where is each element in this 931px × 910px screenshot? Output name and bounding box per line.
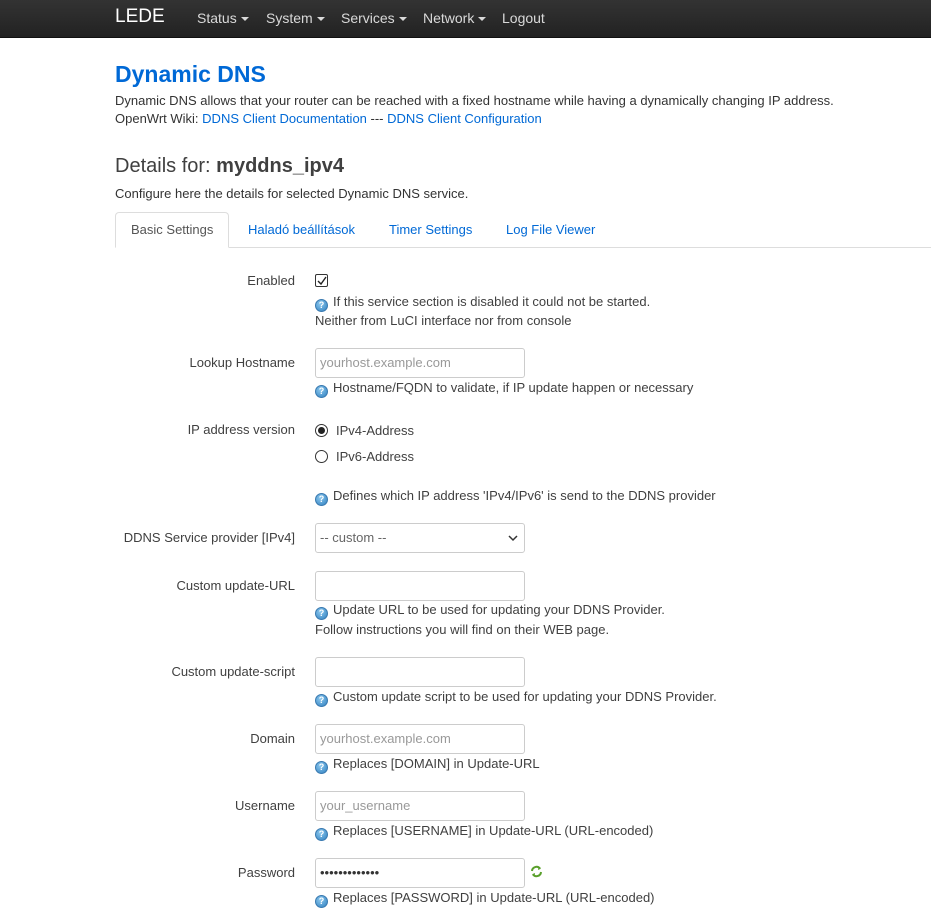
ipv6-label: IPv6-Address <box>336 449 415 464</box>
update-url-help-line2: Follow instructions you will find on the… <box>315 622 610 637</box>
help-icon: ? <box>315 607 328 620</box>
update-url-label: Custom update-URL <box>176 578 296 593</box>
password-input[interactable]: ••••••••••••• <box>315 858 525 888</box>
nav-services-menu[interactable]: Services <box>341 10 407 26</box>
update-url-input[interactable] <box>315 571 525 601</box>
enabled-checkbox[interactable] <box>315 274 328 287</box>
service-provider-select[interactable]: -- custom -- <box>315 523 525 553</box>
enabled-help-line2: Neither from LuCI interface nor from con… <box>315 313 572 328</box>
nav-network-menu[interactable]: Network <box>423 10 487 26</box>
placeholder-text: your_username <box>320 798 411 813</box>
update-url-help: ? Update URL to be used for updating your… <box>315 600 665 620</box>
chevron-down-icon <box>508 535 518 542</box>
service-name: myddns_ipv4 <box>216 155 344 177</box>
ipv6-option[interactable]: IPv6-Address <box>315 449 414 465</box>
lookup-hostname-help: ? Hostname/FQDN to validate, if IP update… <box>315 378 693 398</box>
reveal-password-icon[interactable] <box>530 865 543 878</box>
password-label: Password <box>237 865 295 880</box>
wiki-links: OpenWrt Wiki: DDNS Client Documentation … <box>115 111 542 127</box>
top-navbar: LEDE Status System Services Network Logo… <box>0 0 931 38</box>
domain-label: Domain <box>250 731 295 746</box>
help-icon: ? <box>315 761 328 774</box>
password-help: ? Replaces [PASSWORD] in Update-URL (URL-… <box>315 888 655 908</box>
help-icon: ? <box>315 493 328 506</box>
caret-down-icon <box>478 17 487 21</box>
ipv4-option[interactable]: IPv4-Address <box>315 423 414 439</box>
nav-system-menu[interactable]: System <box>266 10 325 26</box>
placeholder-text: yourhost.example.com <box>320 355 451 370</box>
page-description: Dynamic DNS allows that your router can … <box>115 93 834 108</box>
help-text: If this service section is disabled it c… <box>333 294 651 309</box>
caret-down-icon <box>240 17 249 21</box>
lookup-hostname-label: Lookup Hostname <box>189 355 295 370</box>
section-title-prefix: Details for: <box>115 155 217 177</box>
tab-advanced-settings[interactable]: Haladó beállítások <box>232 212 371 248</box>
update-script-label: Custom update-script <box>171 664 295 679</box>
caret-down-icon <box>316 17 325 21</box>
enabled-help: ? If this service section is disabled it … <box>315 292 650 312</box>
nav-label: Network <box>423 10 475 26</box>
help-text: Custom update script to be used for upda… <box>333 689 717 704</box>
ip-version-label: IP address version <box>187 422 295 437</box>
nav-label: Status <box>197 10 237 26</box>
wiki-prefix: OpenWrt Wiki: <box>115 111 203 126</box>
nav-label: Services <box>341 10 395 26</box>
domain-help: ? Replaces [DOMAIN] in Update-URL <box>315 754 540 774</box>
help-text: Replaces [PASSWORD] in Update-URL (URL-e… <box>333 890 655 905</box>
ipv4-radio[interactable] <box>315 424 328 437</box>
page-title: Dynamic DNS <box>115 61 266 87</box>
tab-timer-settings[interactable]: Timer Settings <box>373 212 488 248</box>
ddns-client-documentation-link[interactable]: DDNS Client Documentation <box>202 111 367 126</box>
username-help: ? Replaces [USERNAME] in Update-URL (URL-… <box>315 821 653 841</box>
brand-logo[interactable]: LEDE <box>115 6 165 28</box>
lookup-hostname-input[interactable]: yourhost.example.com <box>315 348 525 378</box>
ipv6-radio[interactable] <box>315 450 328 463</box>
caret-down-icon <box>398 17 407 21</box>
tab-log-file-viewer[interactable]: Log File Viewer <box>490 212 611 248</box>
selected-value: -- custom -- <box>320 530 387 545</box>
ipv4-label: IPv4-Address <box>336 423 415 438</box>
help-icon: ? <box>315 694 328 707</box>
nav-label: System <box>266 10 313 26</box>
section-title: Details for: myddns_ipv4 <box>115 154 344 178</box>
service-provider-label: DDNS Service provider [IPv4] <box>123 530 295 545</box>
username-input[interactable]: your_username <box>315 791 525 821</box>
update-script-help: ? Custom update script to be used for upd… <box>315 687 717 707</box>
help-icon: ? <box>315 385 328 398</box>
checkmark-icon <box>317 276 327 286</box>
placeholder-text: yourhost.example.com <box>320 731 451 746</box>
help-icon: ? <box>315 828 328 841</box>
section-description: Configure here the details for selected … <box>115 186 469 201</box>
username-label: Username <box>235 798 295 813</box>
nav-logout-link[interactable]: Logout <box>502 10 545 26</box>
help-text: Update URL to be used for updating your … <box>333 602 665 617</box>
help-text: Replaces [USERNAME] in Update-URL (URL-e… <box>333 823 654 838</box>
ddns-client-configuration-link[interactable]: DDNS Client Configuration <box>387 111 542 126</box>
help-text: Hostname/FQDN to validate, if IP update … <box>333 380 694 395</box>
help-text: Defines which IP address 'IPv4/IPv6' is … <box>333 488 716 503</box>
domain-input[interactable]: yourhost.example.com <box>315 724 525 754</box>
nav-status-menu[interactable]: Status <box>197 10 249 26</box>
help-text: Replaces [DOMAIN] in Update-URL <box>333 756 540 771</box>
wiki-separator: --- <box>366 111 388 126</box>
help-icon: ? <box>315 895 328 908</box>
tab-basic-settings[interactable]: Basic Settings <box>115 212 230 248</box>
ip-version-help: ? Defines which IP address 'IPv4/IPv6' is… <box>315 486 716 506</box>
update-script-input[interactable] <box>315 657 525 687</box>
enabled-label: Enabled <box>247 273 295 288</box>
